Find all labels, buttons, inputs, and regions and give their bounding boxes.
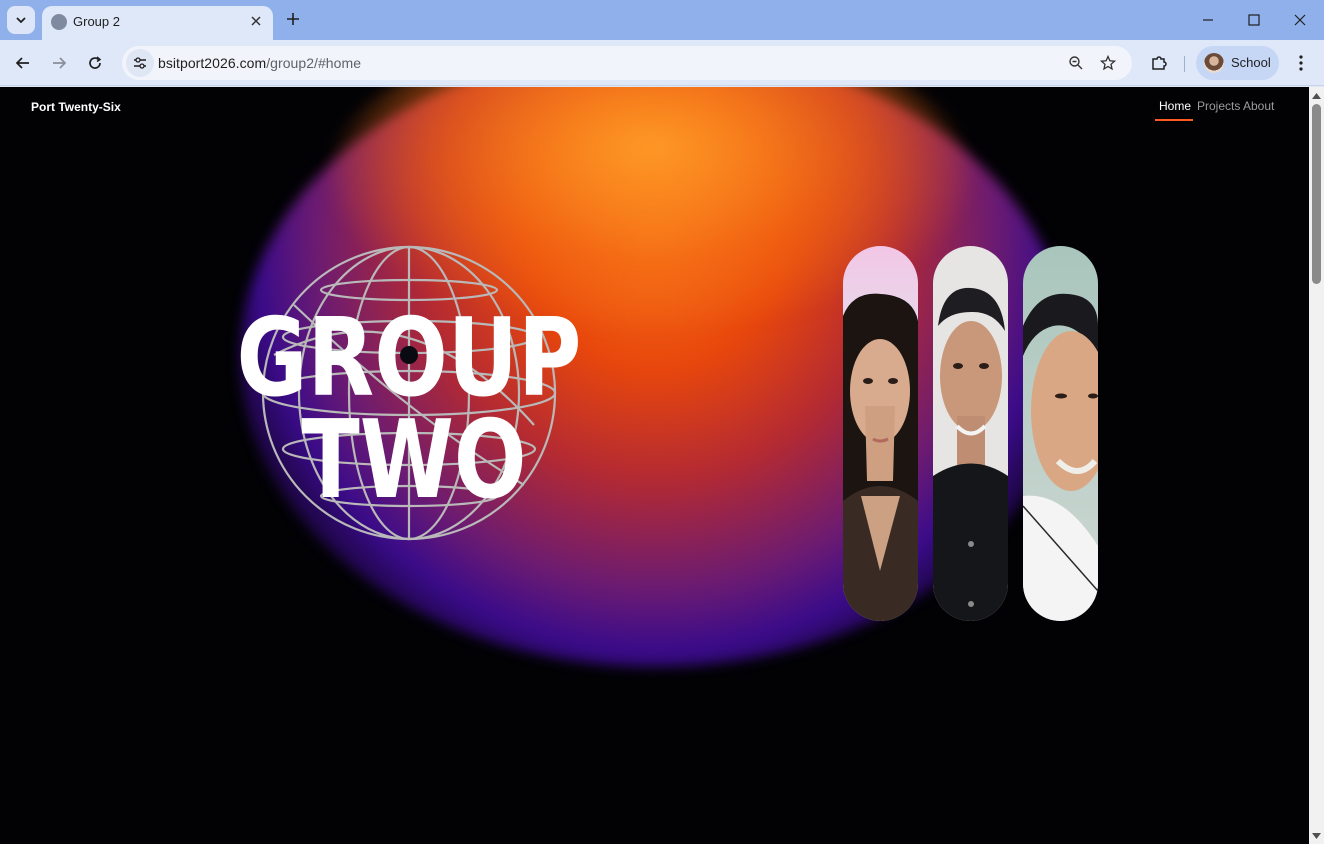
profile-button[interactable]: School bbox=[1196, 46, 1279, 80]
maximize-button[interactable] bbox=[1231, 4, 1277, 36]
bookmark-button[interactable] bbox=[1098, 53, 1118, 73]
zoom-out-icon bbox=[1069, 56, 1083, 70]
page-viewport: Port Twenty-Six Home Projects About GROU bbox=[0, 87, 1309, 844]
site-info-button[interactable] bbox=[126, 49, 154, 77]
forward-button[interactable] bbox=[44, 48, 74, 78]
chevron-down-icon bbox=[16, 17, 26, 24]
member-photo-3[interactable] bbox=[1023, 246, 1098, 621]
minimize-button[interactable] bbox=[1185, 4, 1231, 36]
profile-label: School bbox=[1231, 55, 1271, 70]
active-tab[interactable]: Group 2 bbox=[42, 6, 273, 40]
site-brand[interactable]: Port Twenty-Six bbox=[31, 100, 121, 114]
browser-toolbar: bsitport2026.com/group2/#home School bbox=[0, 40, 1324, 86]
site-header: Port Twenty-Six Home Projects About bbox=[0, 87, 1309, 123]
close-icon bbox=[251, 16, 261, 26]
maximize-icon bbox=[1248, 14, 1260, 26]
logo-line-2: TWO bbox=[302, 398, 527, 523]
toolbar-divider bbox=[1184, 56, 1185, 72]
minimize-icon bbox=[1203, 19, 1213, 21]
scroll-down-arrow[interactable] bbox=[1311, 831, 1322, 841]
close-window-button[interactable] bbox=[1277, 4, 1323, 36]
tab-title: Group 2 bbox=[73, 14, 120, 29]
tune-icon bbox=[134, 57, 146, 69]
zoom-button[interactable] bbox=[1066, 53, 1086, 73]
plus-icon bbox=[287, 13, 299, 25]
globe-icon bbox=[51, 14, 67, 30]
vertical-scrollbar[interactable] bbox=[1309, 87, 1324, 844]
triangle-down-icon bbox=[1312, 833, 1321, 839]
logo-o-dot bbox=[400, 346, 418, 364]
url-host: bsitport2026.com bbox=[158, 55, 267, 71]
arrow-right-icon bbox=[53, 57, 67, 69]
member-photo-1[interactable] bbox=[843, 246, 918, 621]
star-icon bbox=[1100, 55, 1116, 71]
url-text: bsitport2026.com/group2/#home bbox=[158, 55, 361, 71]
tab-search-button[interactable] bbox=[7, 6, 35, 34]
more-vertical-icon bbox=[1299, 55, 1303, 71]
active-nav-indicator bbox=[1155, 119, 1193, 121]
scrollbar-thumb[interactable] bbox=[1312, 104, 1321, 284]
triangle-up-icon bbox=[1312, 93, 1321, 99]
close-tab-button[interactable] bbox=[246, 11, 266, 31]
avatar bbox=[1204, 53, 1224, 73]
scroll-up-arrow[interactable] bbox=[1311, 91, 1322, 101]
arrow-left-icon bbox=[15, 57, 29, 69]
tab-strip: Group 2 bbox=[0, 0, 1324, 40]
puzzle-icon bbox=[1152, 56, 1167, 70]
browser-menu-button[interactable] bbox=[1290, 50, 1312, 76]
url-path: /group2/#home bbox=[266, 55, 362, 71]
reload-button[interactable] bbox=[80, 48, 110, 78]
back-button[interactable] bbox=[8, 48, 38, 78]
nav-link-about[interactable]: About bbox=[1243, 99, 1274, 113]
group-two-logo: GROUP TWO bbox=[237, 245, 582, 541]
nav-link-home[interactable]: Home bbox=[1159, 99, 1191, 113]
nav-link-projects[interactable]: Projects bbox=[1197, 99, 1240, 113]
extensions-button[interactable] bbox=[1146, 50, 1172, 76]
member-photo-2[interactable] bbox=[933, 246, 1008, 621]
address-bar[interactable]: bsitport2026.com/group2/#home bbox=[122, 46, 1132, 80]
new-tab-button[interactable] bbox=[281, 7, 305, 31]
reload-icon bbox=[89, 56, 102, 69]
browser-window: Group 2 bsitport2026.com/group2/#home Sc… bbox=[0, 0, 1324, 844]
close-icon bbox=[1294, 14, 1306, 26]
